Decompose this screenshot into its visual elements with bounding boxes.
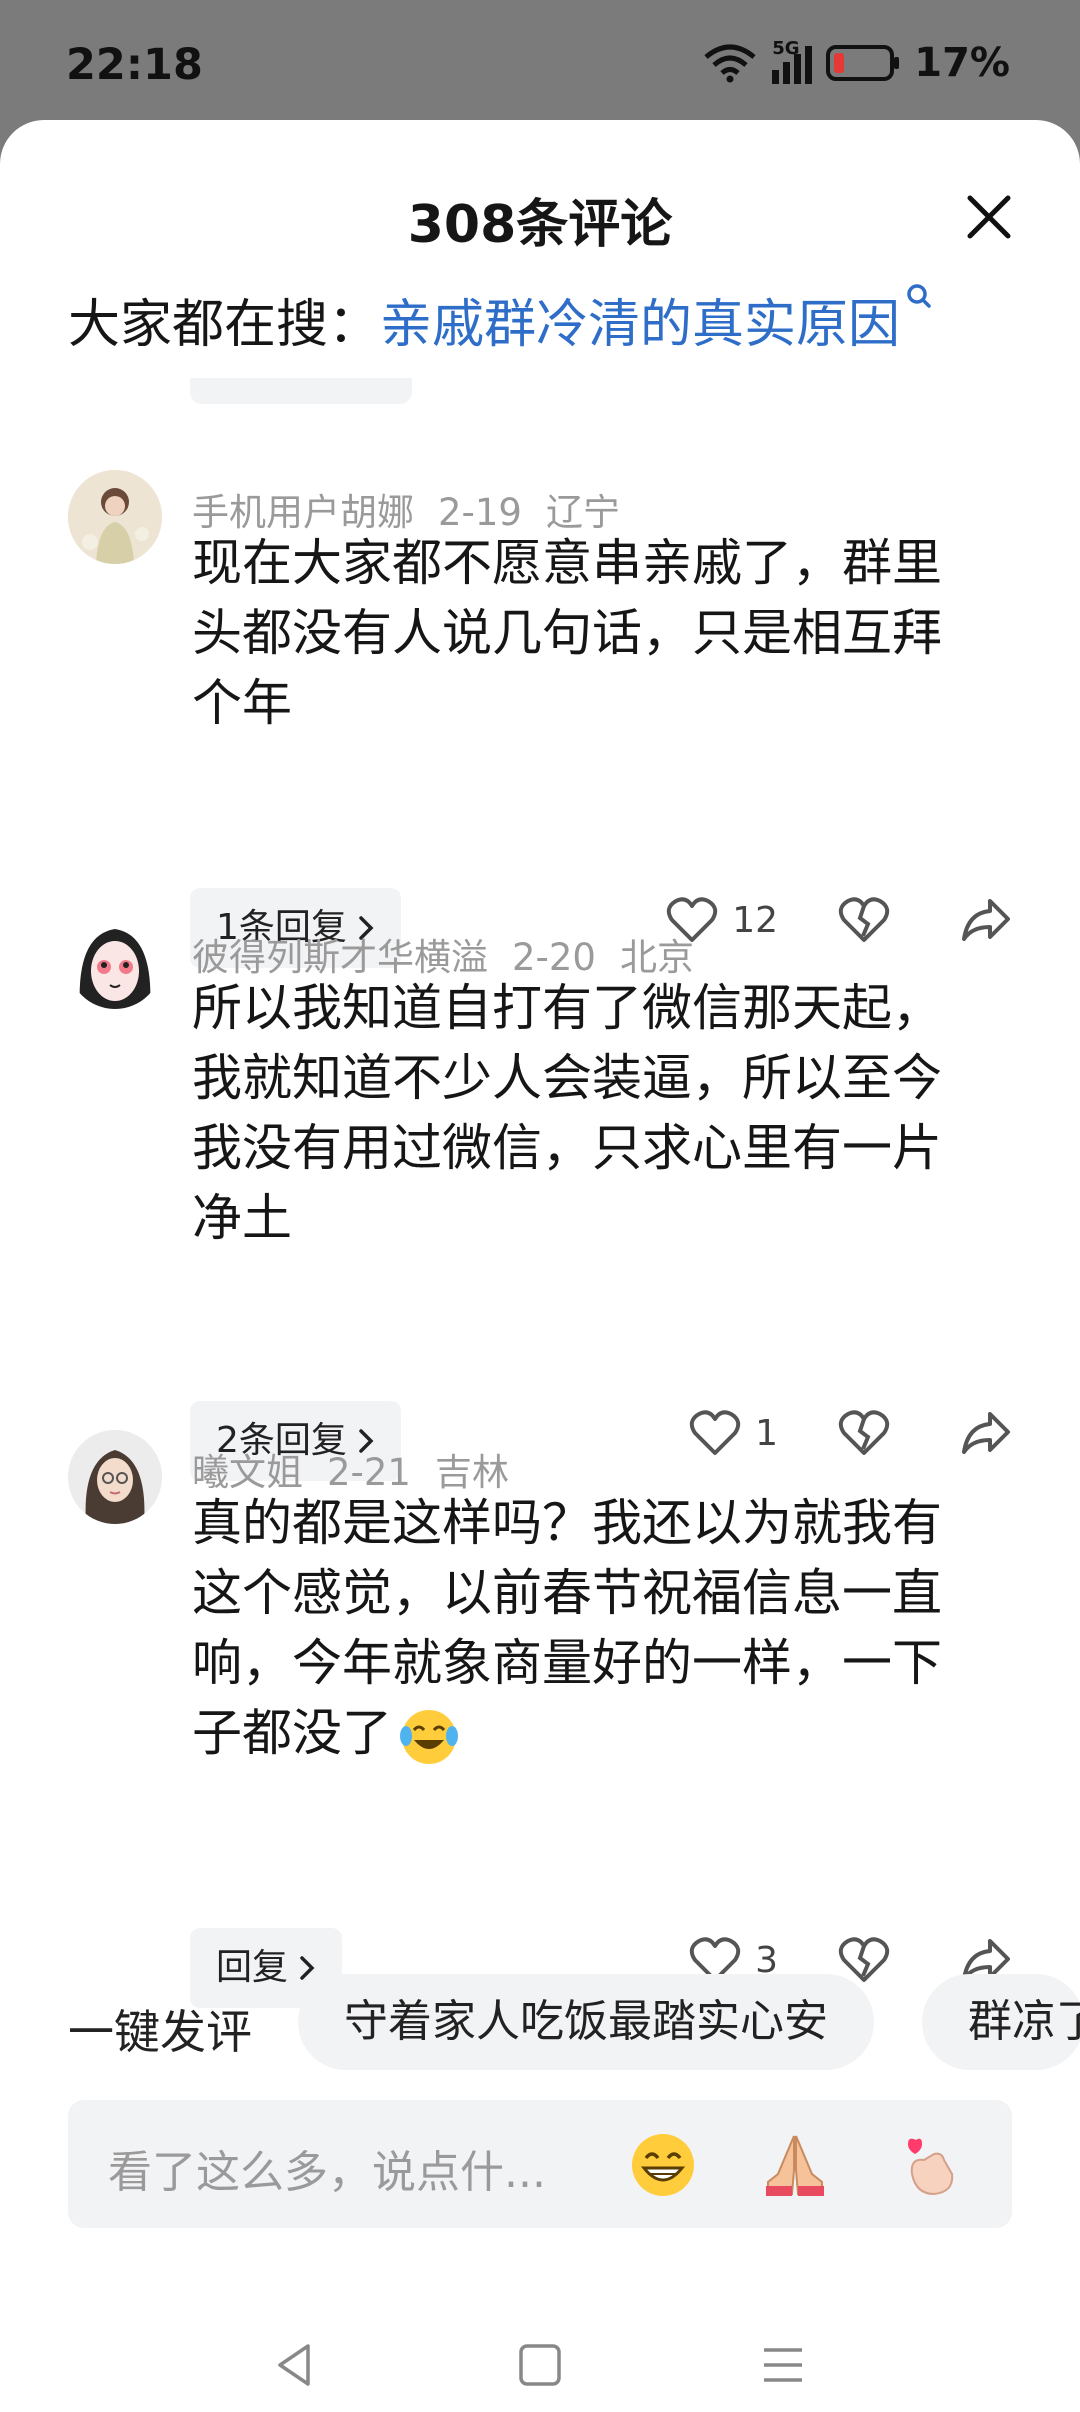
battery-percent: 17%: [914, 40, 1010, 86]
comments-sheet: 308条评论 大家都在搜：亲戚群冷清的真实原因 手机用户胡娜 2-19 辽宁 现在大…: [0, 120, 1080, 2412]
comment-input[interactable]: 看了这么多，说点什...: [68, 2100, 1012, 2228]
grin-emoji[interactable]: [628, 2130, 698, 2200]
search-prefix: 大家都在搜：: [68, 295, 381, 355]
comment-line: 子都没了: [192, 1704, 392, 1762]
search-icon: [907, 284, 931, 308]
comment-line: 所以我知道自打有了微信那天起，: [192, 979, 942, 1037]
wifi-icon: [704, 44, 756, 83]
search-keyword[interactable]: 亲戚群冷清的真实原因: [380, 295, 900, 355]
avatar[interactable]: [68, 915, 162, 1009]
comment-item: 彼得列斯才华横溢 2-20 北京 所以我知道自打有了微信那天起， 我就知道不少人会装…: [0, 915, 1080, 1481]
signal-icon: 5G: [772, 38, 813, 84]
status-time: 22:18: [66, 40, 203, 90]
comment-line: 我就知道不少人会装逼，所以至今: [192, 1049, 942, 1107]
status-bar: 22:18 5G 17%: [0, 0, 1080, 120]
comment-item: 曦文姐 2-21 吉林 真的都是这样吗？我还以为就我有 这个感觉，以前春节祝福信息一…: [0, 1430, 1080, 2008]
comment-line: 现在大家都不愿意串亲戚了，群里: [192, 534, 942, 592]
comment-input-placeholder: 看了这么多，说点什...: [108, 2147, 546, 2198]
comment-line: 我没有用过微信，只求心里有一片: [192, 1119, 942, 1177]
sheet-title: 308条评论: [407, 195, 673, 255]
battery-icon: [826, 45, 900, 81]
finger-heart-emoji[interactable]: [894, 2130, 964, 2200]
comment-text: 所以我知道自打有了微信那天起， 我就知道不少人会装逼，所以至今 我没有用过微信，…: [192, 973, 1012, 1253]
quick-comment-chip[interactable]: 守着家人吃饭最踏实心安: [298, 1974, 874, 2070]
system-nav-bar: [0, 2310, 1080, 2412]
comment-line: 头都没有人说几句话，只是相互拜: [192, 604, 942, 662]
back-nav-icon[interactable]: [270, 2340, 320, 2390]
comment-line: 净土: [192, 1189, 292, 1247]
pray-emoji[interactable]: [760, 2130, 830, 2200]
laughing-tears-emoji: [400, 1709, 458, 1764]
close-icon[interactable]: [964, 192, 1014, 242]
avatar[interactable]: [68, 470, 162, 564]
quick-comment-chip[interactable]: 群凉了: [922, 1974, 1080, 2070]
comment-line: 这个感觉，以前春节祝福信息一直: [192, 1564, 942, 1622]
network-type: 5G: [772, 38, 800, 59]
menu-nav-icon[interactable]: [758, 2340, 808, 2390]
comment-text: 现在大家都不愿意串亲戚了，群里 头都没有人说几句话，只是相互拜 个年: [192, 528, 1012, 738]
comment-line: 个年: [192, 674, 292, 732]
quick-comment-bar: 一键发评 守着家人吃饭最踏实心安 群凉了: [0, 1974, 1080, 2070]
home-nav-icon[interactable]: [515, 2340, 565, 2390]
comment-line: 真的都是这样吗？我还以为就我有: [192, 1494, 942, 1552]
quick-comment-label: 一键发评: [68, 2005, 252, 2059]
previous-reply-button-edge: [190, 378, 412, 404]
avatar[interactable]: [68, 1430, 162, 1524]
trending-search[interactable]: 大家都在搜：亲戚群冷清的真实原因: [68, 282, 934, 357]
comment-text: 真的都是这样吗？我还以为就我有 这个感觉，以前春节祝福信息一直 响，今年就象商量…: [192, 1488, 1012, 1768]
comment-item: 手机用户胡娜 2-19 辽宁 现在大家都不愿意串亲戚了，群里 头都没有人说几句话，只…: [0, 470, 1080, 968]
comment-line: 响，今年就象商量好的一样，一下: [192, 1634, 942, 1692]
